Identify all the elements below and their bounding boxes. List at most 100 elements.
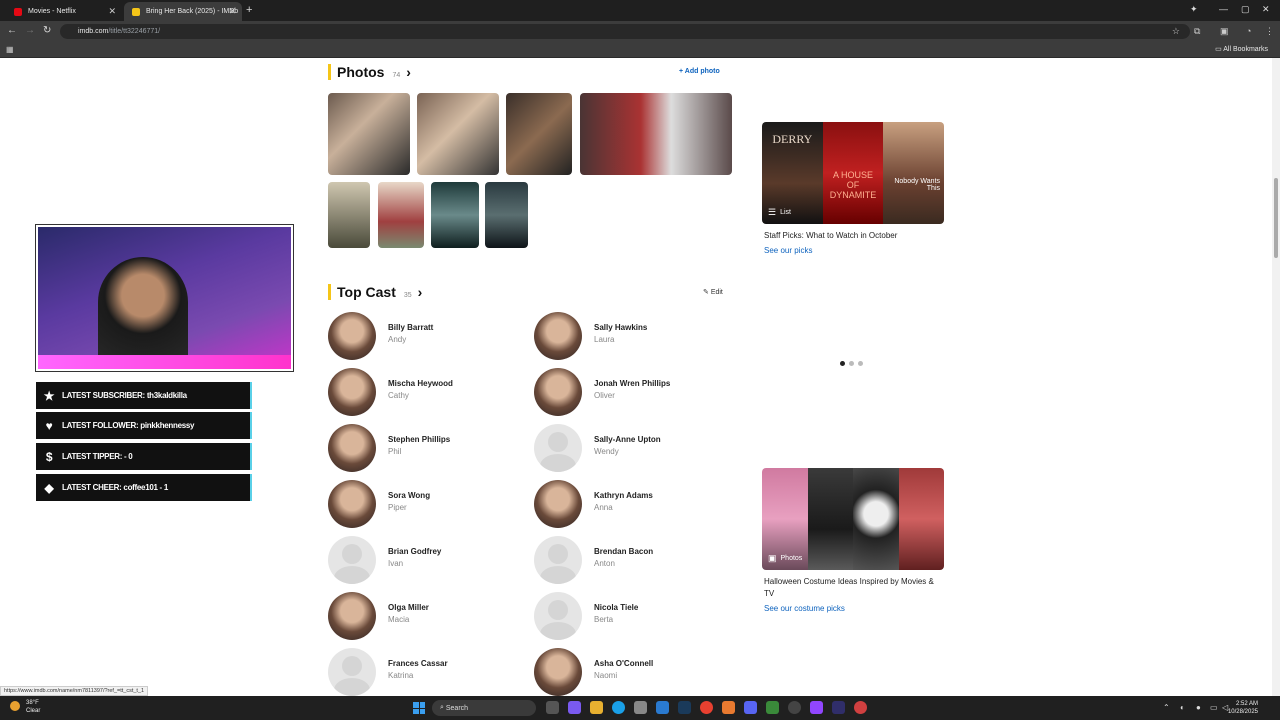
cast-name[interactable]: Sora Wong [388,491,430,500]
cast-member[interactable]: Jonah Wren Phillips Oliver [534,368,734,418]
photo-thumbnail[interactable] [328,93,410,175]
cast-name[interactable]: Brendan Bacon [594,547,653,556]
address-bar[interactable]: imdb.com/title/tt32246771/ ☆ [60,24,1190,39]
cast-member[interactable]: Olga Miller Macia [328,592,528,642]
costume-ideas-image[interactable]: ▣ Photos [762,468,944,570]
cast-member[interactable]: Mischa Heywood Cathy [328,368,528,418]
extensions-icon[interactable]: ⧉ [1194,26,1205,37]
reload-button[interactable]: ↻ [43,25,51,36]
chrome-icon[interactable] [854,701,867,714]
cast-photo[interactable] [534,368,582,416]
cast-photo[interactable] [534,648,582,696]
cast-member[interactable]: Asha O'Connell Naomi [534,648,734,696]
task-view-icon[interactable] [546,701,559,714]
cast-name[interactable]: Kathryn Adams [594,491,653,500]
avatar-placeholder-icon[interactable] [328,648,376,696]
sidepanel-icon[interactable]: ▣ [1220,26,1231,37]
cast-name[interactable]: Brian Godfrey [388,547,441,556]
taskbar-search[interactable]: ⌕ Search [432,700,536,716]
cast-member[interactable]: Sally-Anne Upton Wendy [534,424,734,474]
cast-member[interactable]: Brian Godfrey Ivan [328,536,528,586]
avatar-placeholder-icon[interactable] [328,536,376,584]
cast-member[interactable]: Kathryn Adams Anna [534,480,734,530]
store-icon[interactable] [634,701,647,714]
new-tab-button[interactable]: + [246,4,252,16]
scrollbar-thumb[interactable] [1274,178,1278,258]
cast-photo[interactable] [328,592,376,640]
top-cast-heading[interactable]: Top Cast 35 › [328,284,422,300]
photo-thumbnail[interactable] [328,182,370,248]
forward-button[interactable]: → [25,25,35,36]
cast-name[interactable]: Sally Hawkins [594,323,647,332]
cast-name[interactable]: Billy Barratt [388,323,433,332]
tray-app-icon[interactable]: ◐ [1180,703,1185,712]
cast-name[interactable]: Olga Miller [388,603,429,612]
discord-icon[interactable] [744,701,757,714]
mail-icon[interactable] [656,701,669,714]
cast-photo[interactable] [328,312,376,360]
menu-icon[interactable]: ⋮ [1265,26,1276,37]
see-our-picks-link[interactable]: See our picks [764,246,812,255]
gemini-icon[interactable]: ✦ [1190,4,1198,15]
all-bookmarks-link[interactable]: ▭ All Bookmarks [1215,45,1268,53]
taskbar-clock[interactable]: 2:52 AM 10/28/2025 [1228,700,1258,716]
staff-picks-image[interactable]: DERRY A HOUSE OF DYNAMITE Nobody Wants T… [762,122,944,224]
add-photo-button[interactable]: + Add photo [679,68,720,75]
close-window-button[interactable]: ✕ [1262,4,1270,15]
photo-thumbnail[interactable] [506,93,572,175]
avatar-placeholder-icon[interactable] [534,592,582,640]
maximize-button[interactable]: ▢ [1241,4,1250,15]
tray-overflow-icon[interactable]: ⌃ [1163,703,1170,712]
edge-icon[interactable] [612,701,625,714]
page-scrollbar[interactable] [1272,58,1280,696]
carousel-dot[interactable] [858,361,863,366]
apps-grid-icon[interactable]: ▦ [6,45,14,54]
chrome-icon[interactable] [700,701,713,714]
cast-photo[interactable] [534,312,582,360]
carousel-dots[interactable] [840,361,863,366]
photos-heading[interactable]: Photos 74 › [328,64,411,80]
avatar-placeholder-icon[interactable] [534,536,582,584]
app-icon[interactable] [766,701,779,714]
close-tab-icon[interactable]: ✕ [108,6,116,17]
carousel-dot[interactable] [849,361,854,366]
carousel-dot[interactable] [840,361,845,366]
app-icon[interactable] [722,701,735,714]
cast-name[interactable]: Mischa Heywood [388,379,453,388]
cast-name[interactable]: Sally-Anne Upton [594,435,661,444]
app-icon[interactable] [788,701,801,714]
cast-name[interactable]: Frances Cassar [388,659,448,668]
bookmark-star-icon[interactable]: ☆ [1172,26,1180,37]
cast-member[interactable]: Billy Barratt Andy [328,312,528,362]
edit-cast-button[interactable]: ✎ Edit [703,288,723,296]
microphone-icon[interactable]: ● [1196,703,1201,712]
cast-name[interactable]: Asha O'Connell [594,659,653,668]
back-button[interactable]: ← [7,25,17,36]
cast-name[interactable]: Nicola Tiele [594,603,638,612]
tab-netflix[interactable]: Movies - Netflix ✕ [6,2,122,21]
cast-photo[interactable] [328,480,376,528]
photo-thumbnail[interactable] [485,182,528,248]
steam-icon[interactable] [678,701,691,714]
photo-thumbnail[interactable] [378,182,424,248]
photo-thumbnail[interactable] [417,93,499,175]
see-costume-picks-link[interactable]: See our costume picks [764,604,845,613]
twitch-icon[interactable] [810,701,823,714]
weather-widget[interactable]: 38°F Clear [10,699,40,715]
minimize-button[interactable]: — [1219,4,1228,14]
file-explorer-icon[interactable] [590,701,603,714]
cast-photo[interactable] [328,424,376,472]
cast-member[interactable]: Frances Cassar Katrina [328,648,528,696]
cast-member[interactable]: Sally Hawkins Laura [534,312,734,362]
network-icon[interactable]: ▭ [1210,703,1218,712]
start-button[interactable] [413,702,425,714]
avatar-placeholder-icon[interactable] [534,424,582,472]
cast-photo[interactable] [534,480,582,528]
cast-member[interactable]: Sora Wong Piper [328,480,528,530]
close-tab-icon[interactable]: ✕ [228,6,236,17]
profile-icon[interactable]: ◔ [1246,26,1257,37]
cast-member[interactable]: Nicola Tiele Berta [534,592,734,642]
photo-thumbnail[interactable] [580,93,732,175]
cast-member[interactable]: Brendan Bacon Anton [534,536,734,586]
cast-photo[interactable] [328,368,376,416]
